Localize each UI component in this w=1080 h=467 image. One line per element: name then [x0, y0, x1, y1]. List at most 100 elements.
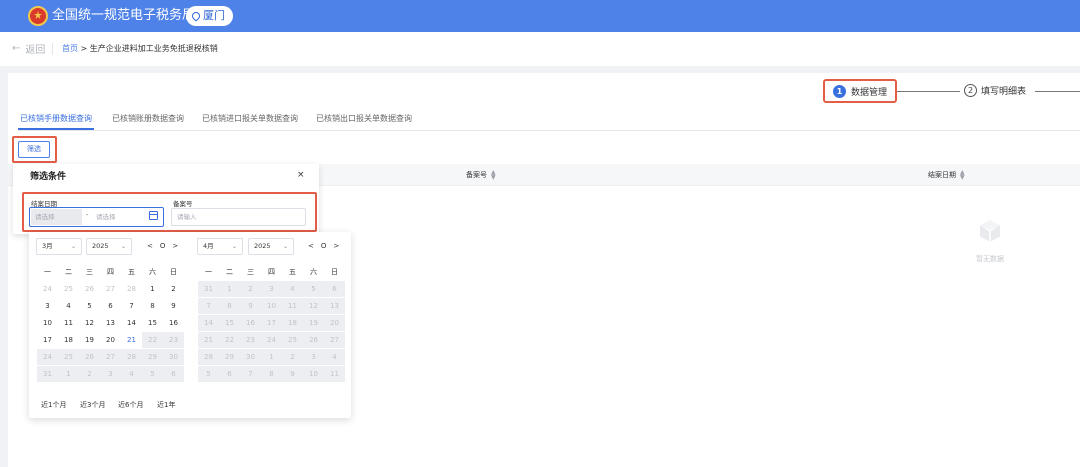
calendar-day: 4 — [121, 366, 142, 382]
today-icon[interactable]: O — [321, 242, 327, 250]
column-label: 结案日期 — [928, 171, 956, 179]
site-title: 全国统一规范电子税务局 — [52, 8, 196, 23]
column-label: 备案号 — [466, 171, 487, 179]
calendar-day: 25 — [282, 332, 303, 348]
step-data-management[interactable]: 1 数据管理 — [823, 79, 897, 103]
start-date-input[interactable]: 请选择 — [31, 209, 82, 225]
calendar-day: 14 — [198, 315, 219, 331]
tab-account-query[interactable]: 已核销账册数据查询 — [112, 112, 184, 130]
calendar-day[interactable]: 19 — [79, 332, 100, 348]
calendar-day[interactable]: 1 — [142, 281, 163, 297]
calendar-day: 24 — [261, 332, 282, 348]
tax-emblem-icon — [28, 6, 48, 26]
calendar-day[interactable]: 16 — [163, 315, 184, 331]
quick-6-months[interactable]: 近6个月 — [118, 400, 143, 410]
calendar-day: 7 — [240, 366, 261, 382]
quick-1-month[interactable]: 近1个月 — [41, 400, 66, 410]
sort-icon[interactable]: ▲ ▼ — [960, 170, 965, 181]
right-year-select[interactable]: 2025 ⌄ — [248, 238, 294, 255]
prev-month-icon[interactable]: < — [147, 242, 153, 250]
calendar-day[interactable]: 11 — [58, 315, 79, 331]
step-2-label[interactable]: 填写明细表 — [981, 84, 1026, 97]
calendar-day[interactable]: 7 — [121, 298, 142, 314]
column-close-date[interactable]: 结案日期 ▲ ▼ — [928, 170, 965, 181]
sort-icon[interactable]: ▲ ▼ — [491, 170, 496, 181]
calendar-day[interactable]: 14 — [121, 315, 142, 331]
next-month-icon[interactable]: > — [172, 242, 178, 250]
calendar-day[interactable]: 28 — [121, 281, 142, 297]
calendar-day[interactable]: 8 — [142, 298, 163, 314]
calendar-day: 15 — [219, 315, 240, 331]
calendar-day: 27 — [100, 349, 121, 365]
calendar-day[interactable]: 26 — [79, 281, 100, 297]
calendar-day[interactable]: 3 — [37, 298, 58, 314]
calendar-day: 27 — [324, 332, 345, 348]
weekday-label: 三 — [86, 268, 93, 276]
calendar-day[interactable]: 21 — [121, 332, 142, 348]
weekday-label: 四 — [107, 268, 114, 276]
close-icon[interactable]: × — [297, 170, 305, 180]
calendar-icon[interactable] — [149, 211, 158, 220]
calendar-day[interactable]: 17 — [37, 332, 58, 348]
end-date-input[interactable]: 请选择 — [96, 211, 116, 221]
calendar-day: 6 — [163, 366, 184, 382]
calendar-day[interactable]: 24 — [37, 281, 58, 297]
city-selector[interactable]: 厦门 — [186, 6, 233, 26]
calendar-day: 2 — [240, 281, 261, 297]
calendar-day: 5 — [142, 366, 163, 382]
calendar-day[interactable]: 18 — [58, 332, 79, 348]
calendar-day: 4 — [282, 281, 303, 297]
weekday-label: 六 — [149, 268, 156, 276]
nav-divider — [52, 43, 53, 55]
calendar-day[interactable]: 25 — [58, 281, 79, 297]
calendar-day: 1 — [58, 366, 79, 382]
left-year-select[interactable]: 2025 ⌄ — [86, 238, 132, 255]
tab-import-query[interactable]: 已核销进口报关单数据查询 — [202, 112, 298, 130]
calendar-day: 3 — [100, 366, 121, 382]
calendar-day[interactable]: 5 — [79, 298, 100, 314]
calendar-day[interactable]: 15 — [142, 315, 163, 331]
quick-1-year[interactable]: 近1年 — [157, 400, 175, 410]
calendar-day[interactable]: 27 — [100, 281, 121, 297]
calendar-day: 28 — [198, 349, 219, 365]
query-tabs: 已核销手册数据查询 已核销账册数据查询 已核销进口报关单数据查询 已核销出口报关… — [18, 112, 430, 132]
calendar-day[interactable]: 12 — [79, 315, 100, 331]
calendar-day: 25 — [58, 349, 79, 365]
calendar-day: 28 — [121, 349, 142, 365]
prev-month-icon[interactable]: < — [308, 242, 314, 250]
calendar-day[interactable]: 10 — [37, 315, 58, 331]
tab-divider — [18, 130, 1080, 131]
weekday-label: 一 — [44, 268, 51, 276]
calendar-day[interactable]: 13 — [100, 315, 121, 331]
calendar-day: 30 — [163, 349, 184, 365]
column-record-no[interactable]: 备案号 ▲ ▼ — [466, 170, 496, 181]
weekday-label: 五 — [289, 268, 296, 276]
quick-3-months[interactable]: 近3个月 — [80, 400, 105, 410]
calendar-day: 16 — [240, 315, 261, 331]
tab-export-query[interactable]: 已核销出口报关单数据查询 — [316, 112, 412, 130]
left-month-value: 3月 — [42, 242, 53, 250]
filter-button[interactable]: 筛选 — [18, 141, 50, 158]
calendar-day: 8 — [219, 298, 240, 314]
calendar-day[interactable]: 9 — [163, 298, 184, 314]
calendar-day[interactable]: 2 — [163, 281, 184, 297]
right-month-select[interactable]: 4月 ⌄ — [197, 238, 243, 255]
tab-manual-query[interactable]: 已核销手册数据查询 — [18, 112, 94, 130]
record-no-input[interactable]: 请输入 — [171, 208, 306, 226]
weekday-label: 二 — [226, 268, 233, 276]
today-icon[interactable]: O — [160, 242, 166, 250]
left-year-value: 2025 — [92, 242, 109, 250]
left-month-select[interactable]: 3月 ⌄ — [36, 238, 82, 255]
calendar-day[interactable]: 6 — [100, 298, 121, 314]
calendar-day: 12 — [303, 298, 324, 314]
calendar-day[interactable]: 20 — [100, 332, 121, 348]
filter-panel-title: 筛选条件 — [30, 172, 67, 182]
calendar-day[interactable]: 4 — [58, 298, 79, 314]
calendar-day: 1 — [219, 281, 240, 297]
chevron-down-icon: ⌄ — [282, 243, 288, 250]
back-button[interactable]: ← 返回 — [12, 41, 45, 56]
next-month-icon[interactable]: > — [333, 242, 339, 250]
breadcrumb-home[interactable]: 首页 — [62, 44, 78, 53]
back-label: 返回 — [25, 45, 46, 56]
empty-box-icon — [980, 220, 1000, 242]
